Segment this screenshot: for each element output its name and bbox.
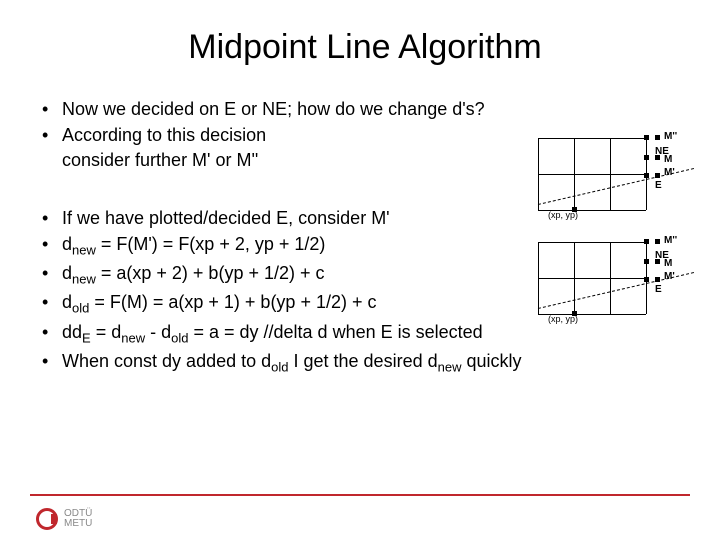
label-m2: M'' bbox=[664, 235, 677, 246]
page-title: Midpoint Line Algorithm bbox=[40, 28, 690, 67]
bullet-text: - d bbox=[145, 322, 171, 342]
diagram-top: M'' NE M M' E (xp, yp) bbox=[530, 132, 688, 218]
point-marker bbox=[644, 155, 649, 160]
logo-text: ODTÜ METU bbox=[64, 509, 92, 530]
subscript: new bbox=[72, 243, 96, 258]
bullet-text: If we have plotted/decided E, consider M… bbox=[62, 208, 390, 228]
footer-divider bbox=[30, 494, 690, 496]
label-m1: M' bbox=[664, 271, 675, 282]
bullet-item: When const dy added to dold I get the de… bbox=[40, 349, 690, 376]
logo-line: METU bbox=[64, 518, 92, 529]
label-m: M bbox=[664, 258, 672, 269]
subscript: new bbox=[121, 330, 145, 345]
subscript: E bbox=[82, 330, 91, 345]
label-m1: M' bbox=[664, 167, 675, 178]
label-m2: M'' bbox=[664, 131, 677, 142]
point-marker bbox=[655, 277, 660, 282]
point-marker bbox=[644, 239, 649, 244]
bullet-text: When const dy added to d bbox=[62, 351, 271, 371]
label-e: E bbox=[655, 180, 662, 191]
logo-icon bbox=[36, 508, 58, 530]
bullet-text: dd bbox=[62, 322, 82, 342]
subscript: new bbox=[72, 272, 96, 287]
logo: ODTÜ METU bbox=[36, 508, 92, 530]
point-marker bbox=[655, 135, 660, 140]
subscript: old bbox=[271, 359, 288, 374]
subscript: new bbox=[438, 359, 462, 374]
bullet-item: Now we decided on E or NE; how do we cha… bbox=[40, 97, 690, 121]
label-xp: (xp, yp) bbox=[548, 210, 578, 220]
bullet-text: d bbox=[62, 292, 72, 312]
bullet-text: d bbox=[62, 263, 72, 283]
label-m: M bbox=[664, 154, 672, 165]
point-marker bbox=[644, 277, 649, 282]
diagrams: M'' NE M M' E (xp, yp) bbox=[530, 132, 690, 340]
point-marker bbox=[644, 173, 649, 178]
point-marker bbox=[644, 135, 649, 140]
bullet-text: = F(M') = F(xp + 2, yp + 1/2) bbox=[96, 234, 326, 254]
label-xp: (xp, yp) bbox=[548, 314, 578, 324]
bullet-text: d bbox=[62, 234, 72, 254]
bullet-text: = d bbox=[91, 322, 122, 342]
bullet-text: = a(xp + 2) + b(yp + 1/2) + c bbox=[96, 263, 325, 283]
point-marker bbox=[644, 259, 649, 264]
logo-line: ODTÜ bbox=[64, 508, 92, 519]
label-e: E bbox=[655, 284, 662, 295]
bullet-text: quickly bbox=[461, 351, 521, 371]
content-area: Now we decided on E or NE; how do we cha… bbox=[40, 97, 690, 376]
bullet-text: According to this decision bbox=[62, 125, 266, 145]
bullet-text: I get the desired d bbox=[289, 351, 438, 371]
bullet-text: = F(M) = a(xp + 1) + b(yp + 1/2) + c bbox=[89, 292, 376, 312]
subscript: old bbox=[171, 330, 188, 345]
bullet-text: Now we decided on E or NE; how do we cha… bbox=[62, 99, 485, 119]
point-marker bbox=[655, 239, 660, 244]
slide: Midpoint Line Algorithm Now we decided o… bbox=[0, 0, 720, 540]
point-marker bbox=[655, 173, 660, 178]
bullet-text: = a = dy //delta d when E is selected bbox=[188, 322, 482, 342]
subscript: old bbox=[72, 301, 89, 316]
bullet-text: consider further M' or M'' bbox=[62, 150, 258, 170]
diagram-bottom: M'' NE M M' E (xp, yp) bbox=[530, 236, 688, 322]
